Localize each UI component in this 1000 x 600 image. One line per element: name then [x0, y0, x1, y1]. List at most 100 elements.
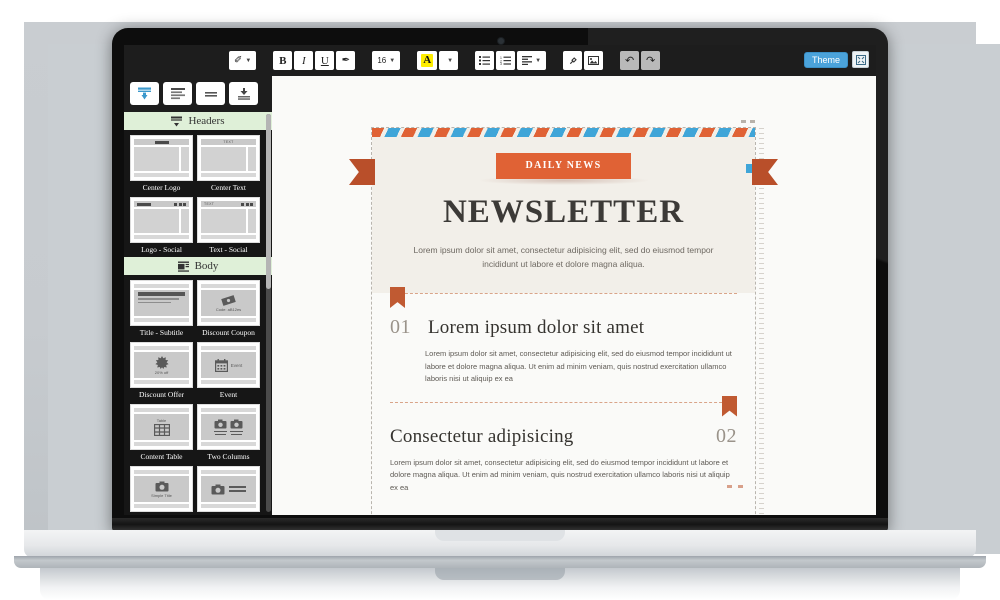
- paintbrush-button[interactable]: ✐ ▼: [229, 51, 257, 70]
- redo-button[interactable]: ↷: [641, 51, 661, 70]
- ribbon-tail-right: [752, 159, 778, 185]
- thumb-foot: [201, 504, 256, 508]
- underline-button[interactable]: U: [315, 51, 335, 70]
- sidebar-tab-bar: [124, 76, 272, 112]
- fullscreen-button[interactable]: [852, 51, 869, 68]
- chevron-down-icon: ▼: [389, 57, 396, 64]
- clear-format-button[interactable]: ✒: [336, 51, 356, 70]
- block-center-logo[interactable]: Center Logo: [130, 135, 193, 193]
- thumb-body: Table: [134, 414, 189, 440]
- article-heading: Consectetur adipisicing 02: [390, 403, 737, 448]
- thumb-foot: [134, 470, 189, 474]
- block-event[interactable]: Event Event: [197, 342, 260, 400]
- link-icon: [569, 56, 577, 64]
- block-discount-offer[interactable]: 20% off Discount Offer: [130, 342, 193, 400]
- thumb-foot: [201, 380, 256, 384]
- block-content-table[interactable]: Table Content Table: [130, 404, 193, 462]
- article-01[interactable]: 01 Lorem ipsum dolor sit amet Lorem ipsu…: [372, 287, 755, 386]
- text-color-swatch: A: [421, 54, 434, 67]
- block-discount-coupon[interactable]: Code: aB12es Discount Coupon: [197, 280, 260, 338]
- canvas-resize-handle[interactable]: [741, 120, 746, 123]
- ordered-list-button[interactable]: 1 2 3: [496, 51, 516, 70]
- thumb-bar: TEXT: [201, 201, 256, 207]
- image-button[interactable]: [584, 51, 604, 70]
- thumb-foot: [134, 173, 189, 177]
- link-button[interactable]: [563, 51, 583, 70]
- block-label: Center Logo: [142, 183, 181, 192]
- article-body[interactable]: Lorem ipsum dolor sit amet, consectetur …: [390, 457, 737, 495]
- laptop-foot: [14, 556, 986, 568]
- block-label: Title - Subtitle: [139, 328, 184, 337]
- toolbar-group-format: B I U ✒: [273, 51, 357, 70]
- fullscreen-icon: [855, 54, 866, 65]
- thumb-foot: [134, 408, 189, 412]
- laptop-mockup: ✐ ▼ B I U ✒ 16 ▼ A ▼ 1 2 3 ▼ ↶ ↷ Theme H…: [0, 0, 1000, 600]
- airmail-stripe: [372, 128, 755, 137]
- canvas-resize-handle[interactable]: [727, 485, 732, 488]
- sidebar-section-label: Body: [194, 260, 219, 272]
- canvas-resize-handle[interactable]: [750, 120, 755, 123]
- newsletter-title[interactable]: NEWSLETTER: [372, 196, 755, 229]
- newsletter-header-block[interactable]: DAILY NEWS NEWSLETTER Lorem ipsum dolor …: [349, 137, 778, 293]
- thumb-foot: [134, 504, 189, 508]
- block-two-columns[interactable]: Two Columns: [197, 404, 260, 462]
- canvas-resize-handle[interactable]: [738, 485, 743, 488]
- italic-button[interactable]: I: [294, 51, 314, 70]
- tab-content[interactable]: [163, 82, 192, 105]
- unordered-list-button[interactable]: [475, 51, 495, 70]
- article-02[interactable]: Consectetur adipisicing 02 Lorem ipsum d…: [372, 395, 755, 516]
- font-size-select[interactable]: 16 ▼: [372, 51, 401, 70]
- undo-button[interactable]: ↶: [620, 51, 640, 70]
- blocks-sidebar: Headers Center Logo TEXT Center Text Log…: [124, 76, 272, 515]
- article-number: 01: [390, 316, 411, 338]
- camera-icon: [155, 481, 168, 491]
- camera-icon: [230, 419, 243, 429]
- block-label: Discount Coupon: [202, 328, 255, 337]
- sidebar-section-headers: Headers: [124, 112, 272, 130]
- sidebar-scrollbar[interactable]: [266, 114, 271, 512]
- block-image[interactable]: Simple Title Image: [130, 466, 193, 515]
- laptop-base-notch: [435, 530, 565, 541]
- theme-button[interactable]: Theme: [803, 51, 848, 68]
- thumb-body: [201, 476, 256, 502]
- block-thumbnail: Event: [197, 342, 260, 388]
- newsletter-document[interactable]: DAILY NEWS NEWSLETTER Lorem ipsum dolor …: [349, 127, 778, 516]
- color-picker-dropdown[interactable]: ▼: [439, 51, 459, 70]
- block-center-text[interactable]: TEXT Center Text: [197, 135, 260, 193]
- header-block-icon: [171, 116, 183, 126]
- article-title[interactable]: Consectetur adipisicing: [390, 426, 573, 448]
- thumb-foot: [201, 408, 256, 412]
- thumb-body: Simple Title: [134, 476, 189, 502]
- thumb-foot: [134, 346, 189, 350]
- ribbon-tail-left: [349, 159, 375, 185]
- block-thumbnail: 20% off: [130, 342, 193, 388]
- block-label: Logo - Social: [141, 245, 182, 254]
- block-thumbnail: TEXT: [197, 135, 260, 181]
- block-logo-social[interactable]: Logo - Social: [130, 197, 193, 255]
- tab-blocks[interactable]: [130, 82, 159, 105]
- sidebar-blocks-body: Title - Subtitle Code: aB12es Discount C…: [124, 275, 272, 515]
- thumb-body: [134, 209, 189, 233]
- article-title[interactable]: Lorem ipsum dolor sit amet: [428, 317, 644, 339]
- text-color-button[interactable]: A: [417, 51, 438, 70]
- chevron-down-icon: ▼: [245, 57, 252, 64]
- tab-download[interactable]: [229, 82, 258, 105]
- editor-canvas[interactable]: DAILY NEWS NEWSLETTER Lorem ipsum dolor …: [272, 76, 876, 515]
- bold-button[interactable]: B: [273, 51, 293, 70]
- block-label: Image: [130, 514, 193, 515]
- toolbar-group-list: 1 2 3 ▼: [475, 51, 548, 70]
- thumb-body: Event: [201, 352, 256, 378]
- block-thumbnail: [130, 280, 193, 326]
- tab-settings[interactable]: [196, 82, 225, 105]
- block-text-social[interactable]: TEXT Text - Social: [197, 197, 260, 255]
- article-body[interactable]: Lorem ipsum dolor sit amet, consectetur …: [390, 348, 737, 386]
- align-button[interactable]: ▼: [517, 51, 547, 70]
- block-title-subtitle[interactable]: Title - Subtitle: [130, 280, 193, 338]
- ribbon-label[interactable]: DAILY NEWS: [495, 153, 632, 179]
- thumb-bar-text: TEXT: [223, 140, 234, 144]
- block-image-text[interactable]: Image - Text: [197, 466, 260, 515]
- thumb-foot: [134, 380, 189, 384]
- sidebar-scroll-thumb[interactable]: [266, 114, 271, 289]
- email-editor-app: ✐ ▼ B I U ✒ 16 ▼ A ▼ 1 2 3 ▼ ↶ ↷ Theme H…: [124, 45, 876, 515]
- newsletter-intro-text[interactable]: Lorem ipsum dolor sit amet, consectetur …: [372, 243, 755, 271]
